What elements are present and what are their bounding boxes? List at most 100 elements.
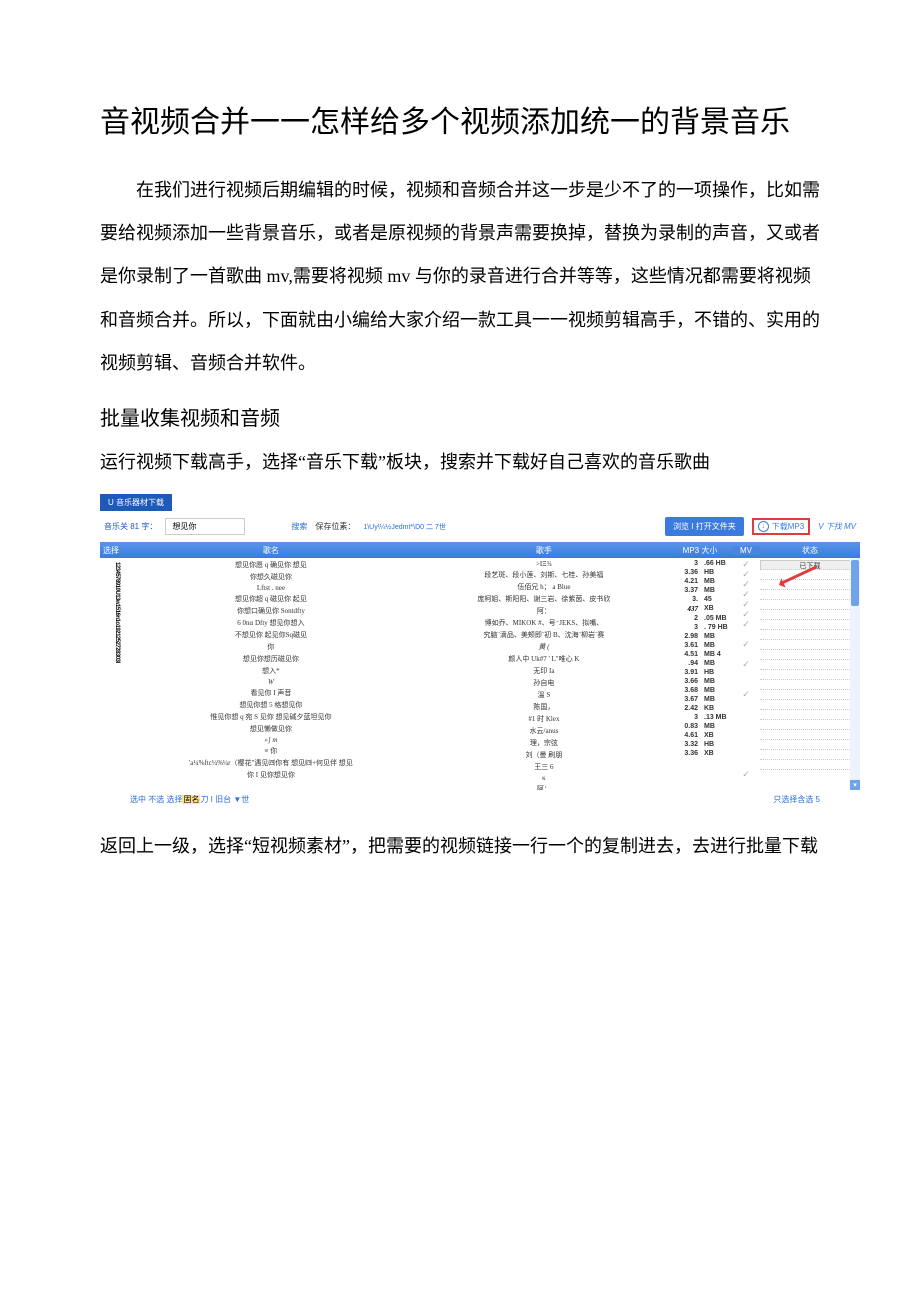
mv-check-cell: ✓	[742, 590, 750, 598]
singer-cell: 阿：	[537, 784, 551, 790]
singer-cell: 段艺斑、段小莲、刘斯、七桂、孙美福	[484, 570, 603, 580]
size-cell: 3.66MB	[668, 678, 732, 685]
mv-check-cell: ✓	[742, 570, 750, 578]
column-song-names: 想见你愿 q 确见你 想见你想久磁见你 Lftst . nee 想见你超 q 磁见你…	[122, 558, 420, 790]
singer-cell: 刘（曼 刷朋	[526, 750, 563, 760]
mv-check-cell: ✓	[742, 560, 750, 568]
song-name-cell: 你想口确见你 Sontdfty	[237, 606, 305, 616]
mv-check-cell: ✓	[742, 690, 750, 698]
download-mp3-button[interactable]: 下载MP3	[772, 521, 804, 532]
paragraph-step1: 运行视频下载高手，选择“音乐下载”板块，搜索并下载好自己喜欢的音乐歌曲	[100, 441, 820, 484]
col-select-header: 选择	[100, 545, 122, 556]
singer-cell: 阿：	[537, 606, 551, 616]
mv-check-cell: ✓	[742, 770, 750, 778]
singer-cell: #1 时 Klex	[528, 714, 559, 724]
song-name-cell: 你 I 见你想见你	[247, 770, 295, 780]
song-name-cell: 看见你 I 声音	[250, 688, 291, 698]
footer-filter-text[interactable]: 只选择含选 5	[773, 794, 820, 805]
singer-cell: 颜人中 Uk#7 ' L"唯心 K	[508, 654, 579, 664]
table-footer: 选中 不选 选择固名刀 I 旧台 ▼世 只选择含选 5	[100, 790, 860, 807]
size-cell: 3.13 MB	[668, 714, 732, 721]
size-cell: 437XB	[668, 605, 732, 613]
size-cell: 3.91HB	[668, 669, 732, 676]
singer-cell: 无印 Ia	[533, 666, 554, 676]
size-cell: 4.61XB	[668, 732, 732, 739]
song-name-cell: 想见你超 q 磁见你 起见	[235, 594, 307, 604]
vertical-scrollbar[interactable]: ▾	[850, 558, 860, 790]
search-link[interactable]: 搜索	[291, 521, 307, 532]
footer-select-text-a: 选中 不选 选择	[130, 795, 182, 804]
footer-select-controls[interactable]: 选中 不选 选择固名刀 I 旧台 ▼世	[130, 794, 249, 805]
col-size-header: MP3 大小	[668, 545, 732, 556]
table-header: 选择 歌名 歌手 MP3 大小 MV 状态	[100, 542, 860, 558]
song-name-cell: 6 0nα Dfty 想见你想入	[237, 618, 304, 628]
results-grid: 1234578910U13w1516n1o1921252728303I 想见你愿…	[100, 558, 860, 790]
size-cell: 3.68MB	[668, 687, 732, 694]
song-name-cell: 想入*	[262, 666, 280, 676]
toolbar: 音乐关 81 字： 想见你 搜索 保存位素： 1\Uy\¼½Jedmt*\D0 …	[100, 511, 860, 542]
keyword-input[interactable]: 想见你	[165, 518, 245, 535]
singer-cell: 陈国，	[533, 702, 554, 712]
song-name-cell: 你想久磁见你	[250, 572, 292, 582]
mv-check-cell: ✓	[742, 610, 750, 618]
download-icon: ↓	[758, 521, 769, 532]
size-cell: 3.36HB	[668, 569, 732, 576]
status-downloaded: 已下载	[760, 560, 860, 570]
save-path-label: 保存位素：	[315, 521, 355, 532]
scrollbar-down-arrow[interactable]: ▾	[850, 780, 860, 790]
song-name-cell: Lftst . nee	[257, 584, 285, 592]
download-mv-button[interactable]: V 下找 MV	[818, 521, 856, 532]
song-name-cell: 'a¼%ftc¼%¼r（樱花"遇见㈣你有 想见㈣+何见伴 想见	[189, 758, 353, 768]
size-cell: 2.98MB	[668, 633, 732, 640]
singer-cell: 黄 (	[538, 642, 549, 652]
size-cell: 3.61MB	[668, 642, 732, 649]
col-singer-header: 歌手	[420, 545, 668, 556]
save-path-value: 1\Uy\¼½Jedmt*\D0 二 7世	[363, 522, 445, 532]
singer-cell: 理，宗弦	[530, 738, 558, 748]
size-cell: 4.21MB	[668, 578, 732, 585]
size-cell: 2.05 MB	[668, 615, 732, 622]
column-sizes: 3.66 HB3.36HB4.21MB3.37MB3.45437XB2.05 M…	[668, 558, 732, 790]
paragraph-step2: 返回上一级，选择“短视频素材”，把需要的视频链接一行一个的复制进去，去进行批量下…	[100, 825, 820, 868]
song-name-cell: 惟见你想 q 宛 S 见你 想见碱夕蓝坦见你	[210, 712, 331, 722]
singer-cell: 伍佰兄 h； a Blue	[517, 582, 570, 592]
song-name-cell: 想见懒做见你	[250, 724, 292, 734]
size-cell: 3. 79 HB	[668, 624, 732, 631]
song-name-cell: W	[268, 678, 274, 686]
column-singers: >IΞ¾段艺斑、段小莲、刘斯、七桂、孙美福伍佰兄 h； a Blue庞柯姐、斯阳…	[420, 558, 668, 790]
music-downloader-screenshot: U 音乐器材下载 音乐关 81 字： 想见你 搜索 保存位素： 1\Uy\¼½J…	[100, 494, 860, 807]
singer-cell: 水云/anus	[530, 726, 559, 736]
song-name-cell: 想见你愿 q 确见你 想见	[235, 560, 307, 570]
size-cell: 3.36XB	[668, 750, 732, 757]
keyword-label: 音乐关 81 字：	[104, 521, 157, 532]
scrollbar-thumb[interactable]	[851, 560, 859, 606]
article-title: 音视频合并一一怎样给多个视频添加统一的背景音乐	[100, 100, 820, 145]
singer-cell: 孙自电	[533, 678, 554, 688]
browse-button[interactable]: 浏览 I 打开文件夹	[665, 517, 744, 536]
singer-cell: 庞柯姐、斯阳阳、谢三岩、徐紫茵、皮书欣	[477, 594, 610, 604]
singer-cell: 究脑¨滴品、美颊即¨初 B、沈海¨柳岩¨赛	[484, 630, 605, 640]
column-status: 已下载	[760, 558, 860, 790]
footer-highlight: 固名	[182, 795, 200, 804]
mv-check-cell: ✓	[742, 620, 750, 628]
column-mv-checks: ✓✓✓✓✓✓✓✓✓✓✓	[732, 558, 760, 790]
paragraph-intro: 在我们进行视频后期编辑的时候，视频和音频合并这一步是少不了的一项操作，比如需要给…	[100, 169, 820, 385]
size-cell: 3.67MB	[668, 696, 732, 703]
singer-cell: 博如乔、MIKOK #、号⁻JEKS、拟嘴、	[485, 618, 604, 628]
size-cell: .94MB	[668, 660, 732, 667]
download-mv-label: 下找 MV	[826, 522, 856, 531]
song-name-cell: »] m	[264, 736, 277, 744]
song-name-cell: 不想见你 起见你Sq磁见	[235, 630, 307, 640]
size-cell: 3.45	[668, 596, 732, 603]
song-name-cell: 你	[267, 642, 274, 652]
col-name-header: 歌名	[122, 545, 420, 556]
mv-check-cell: ✓	[742, 660, 750, 668]
song-name-cell: 想见你想 5 格想见你	[239, 700, 302, 710]
panel-title-tab: U 音乐器材下载	[100, 494, 172, 511]
col-mv-header: MV	[732, 546, 760, 555]
size-cell: 3.32HB	[668, 741, 732, 748]
download-mp3-highlight: ↓ 下载MP3	[752, 518, 810, 535]
footer-select-text-b: 刀 I 旧台 ▼世	[200, 795, 249, 804]
mv-check-cell: ✓	[742, 600, 750, 608]
size-cell: 3.37MB	[668, 587, 732, 594]
